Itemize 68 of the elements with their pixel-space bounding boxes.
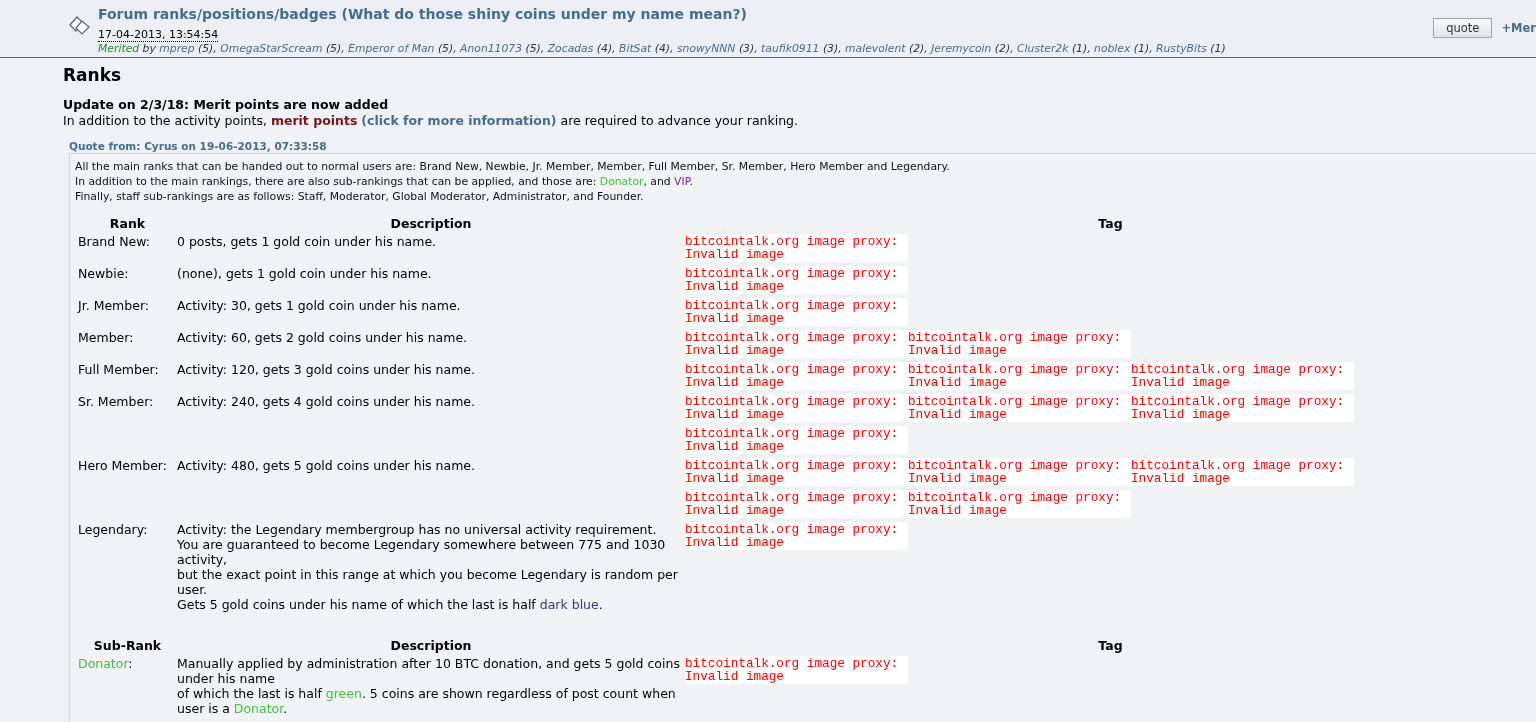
rank-name: Brand New: (78, 234, 150, 249)
documents-icon (68, 14, 92, 36)
broken-image-notice: bitcointalk.org image proxy: Invalid image (908, 490, 1131, 518)
user-link[interactable]: Jeremycoin (931, 42, 992, 55)
merited-by-line: Merited by mprep (5), OmegaStarScream (5), Emperor of Man (5), Anon11073 (5), Zocadas (4), BitSat (4), snowyNNN (3), taufik0911 (3), malevolent (2), Jeremycoin (2), Cluster2k (1), noblex (1), RustyBits (1) (98, 42, 1227, 55)
rank-description: Activity: 60, gets 2 gold coins under his name. (177, 330, 468, 345)
user-link[interactable]: noblex (1094, 42, 1131, 55)
broken-image-notice: bitcointalk.org image proxy: Invalid image (685, 330, 908, 358)
post-date: 17-04-2013, 13:54:54 (98, 29, 219, 42)
rank-name: Legendary: (78, 522, 148, 537)
broken-image-notice: bitcointalk.org image proxy: Invalid image (1131, 362, 1354, 390)
column-header: Sub-Rank (92, 638, 163, 654)
rank-name: Member: (78, 330, 134, 345)
broken-image-notice: bitcointalk.org image proxy: Invalid image (1131, 458, 1354, 486)
info-link[interactable]: (click for more information) (361, 113, 557, 128)
broken-image-notice: bitcointalk.org image proxy: Invalid image (1131, 394, 1354, 422)
column-header: Rank (108, 216, 147, 232)
quote-header: Quote from: Cyrus on 19-06-2013, 07:33:58 (69, 139, 328, 153)
user-link[interactable]: BitSat (618, 42, 652, 55)
rank-description: Manually applied by administration after 10 BTC donation, and gets 5 gold coins under his name of which the last is half green. 5 coins are shown regardless of post count when user is a Donator. (177, 656, 680, 716)
section-heading: Ranks (63, 64, 123, 86)
rank-name: Newbie: (78, 266, 129, 281)
user-link[interactable]: OmegaStarScream (220, 42, 323, 55)
broken-image-notice: bitcointalk.org image proxy: Invalid image (685, 490, 908, 518)
column-header: Tag (1097, 638, 1124, 654)
user-link[interactable]: RustyBits (1156, 42, 1207, 55)
column-header: Description (389, 216, 473, 232)
rank-name: Full Member: (78, 362, 159, 377)
rank-description: Activity: 30, gets 1 gold coin under his name. (177, 298, 461, 313)
merit-link[interactable]: +Mer (1501, 21, 1536, 35)
broken-image-notice: bitcointalk.org image proxy: Invalid image (685, 656, 908, 684)
rank-description: Activity: 120, gets 3 gold coins under his name. (177, 362, 476, 377)
broken-image-notice: bitcointalk.org image proxy: Invalid image (908, 362, 1131, 390)
column-header: Description (389, 638, 473, 654)
rank-description: (none), gets 1 gold coin under his name. (177, 266, 432, 281)
user-link[interactable]: Cluster2k (1017, 42, 1069, 55)
topic-title-link[interactable]: Forum ranks/positions/badges (What do those shiny coins under my name mean?) (98, 6, 747, 22)
broken-image-notice: bitcointalk.org image proxy: Invalid image (685, 394, 908, 422)
rank-description: Activity: the Legendary membergroup has no universal activity requirement. You are guaranteed to become Legendary somewhere between 775 and 1030 activity, but the exact point in this range at which you become Legendary is random per user. Gets 5 gold coins under his name of which the last is half dark blue. (177, 522, 678, 612)
rank-description: Activity: 480, gets 5 gold coins under his name. (177, 458, 476, 473)
rank-description: 0 posts, gets 1 gold coin under his name. (177, 234, 437, 249)
rank-name: Jr. Member: (78, 298, 150, 313)
user-link[interactable]: malevolent (845, 42, 906, 55)
user-link[interactable]: Zocadas (547, 42, 594, 55)
rank-name: Hero Member: (78, 458, 167, 473)
user-link[interactable]: Emperor of Man (348, 42, 435, 55)
broken-image-notice: bitcointalk.org image proxy: Invalid image (685, 298, 908, 326)
column-header: Tag (1097, 216, 1124, 232)
rank-description: Activity: 240, gets 4 gold coins under his name. (177, 394, 476, 409)
broken-image-notice: bitcointalk.org image proxy: Invalid image (908, 330, 1131, 358)
broken-image-notice: bitcointalk.org image proxy: Invalid image (685, 234, 908, 262)
user-link[interactable]: Anon11073 (460, 42, 523, 55)
broken-image-notice: bitcointalk.org image proxy: Invalid image (685, 458, 908, 486)
broken-image-notice: bitcointalk.org image proxy: Invalid image (908, 394, 1131, 422)
rank-name: Donator: (78, 656, 133, 671)
update-heading: Update on 2/3/18: Merit points are now added (63, 97, 390, 113)
user-link[interactable]: snowyNNN (676, 42, 736, 55)
broken-image-notice: bitcointalk.org image proxy: Invalid image (685, 266, 908, 294)
broken-image-notice: bitcointalk.org image proxy: Invalid image (685, 426, 908, 454)
broken-image-notice: bitcointalk.org image proxy: Invalid image (685, 362, 908, 390)
update-paragraph: In addition to the activity points, merit points (click for more information) are required to advance your ranking. (63, 113, 800, 129)
intro-paragraph: All the main ranks that can be handed out to normal users are: Brand New, Newbie, Jr. Member, Member, Full Member, Sr. Member, Hero Member and Legendary. In addition to the main rankings, there are also sub-rankings that can be applied, and those are: Donator, and VIP. Finally, staff sub-rankings are as follows: Staff, Moderator, Global Moderator, Administrator, and Founder. (75, 159, 951, 204)
rank-name: Sr. Member: (78, 394, 154, 409)
broken-image-notice: bitcointalk.org image proxy: Invalid image (685, 522, 908, 550)
user-link[interactable]: taufik0911 (761, 42, 820, 55)
quote-button[interactable]: quote (1433, 18, 1493, 38)
broken-image-notice: bitcointalk.org image proxy: Invalid image (908, 458, 1131, 486)
user-link[interactable]: mprep (159, 42, 195, 55)
